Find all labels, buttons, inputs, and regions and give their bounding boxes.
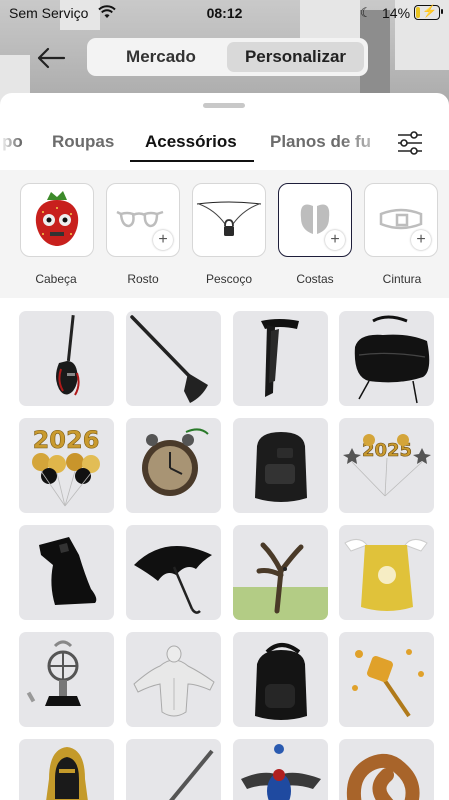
umbrella-icon xyxy=(134,546,212,614)
accessory-item-balloons-2025[interactable]: 2025 xyxy=(339,418,434,513)
active-tab-indicator xyxy=(130,160,254,162)
battery-percent: 14% xyxy=(382,5,411,21)
tab-roupas[interactable]: Roupas xyxy=(52,132,114,152)
slot-rosto[interactable]: + xyxy=(106,183,180,257)
accessory-item-backpack[interactable] xyxy=(233,418,328,513)
guitar2-icon xyxy=(169,749,214,800)
accessory-item-cape[interactable] xyxy=(19,525,114,620)
yellow-cape-icon xyxy=(344,539,428,611)
balloons-2025-icon: 2025 xyxy=(343,434,431,497)
accessory-item-scarab[interactable] xyxy=(233,739,328,800)
accessory-item-pretzel[interactable] xyxy=(339,739,434,800)
slot-label-costas: Costas xyxy=(296,272,334,286)
black-backpack-icon xyxy=(255,643,307,720)
accessory-item-yellow-cape[interactable] xyxy=(339,525,434,620)
slot-pescoco[interactable] xyxy=(192,183,266,257)
slot-label-pescoco: Pescoço xyxy=(205,272,253,286)
accessory-item-trophy[interactable] xyxy=(19,632,114,727)
mode-segmented-control: Mercado Personalizar xyxy=(87,38,368,76)
accessory-item-bag[interactable] xyxy=(339,311,434,406)
segment-mercado[interactable]: Mercado xyxy=(99,42,223,72)
accessory-item-balloons-2026[interactable]: 2026 xyxy=(19,418,114,513)
accessory-item-muscle-torso[interactable] xyxy=(126,632,221,727)
slot-label-cabeca: Cabeça xyxy=(35,272,77,286)
axe-icon xyxy=(130,315,208,403)
back-arrow-icon[interactable] xyxy=(34,43,68,73)
cape-icon xyxy=(39,537,97,605)
coin-staff-icon xyxy=(352,649,424,718)
pharaoh-icon xyxy=(46,747,88,800)
slot-cintura[interactable]: + xyxy=(364,183,438,257)
muscle-torso-icon xyxy=(133,645,215,717)
accessory-item-tree[interactable] xyxy=(233,525,328,620)
add-icon: + xyxy=(325,230,345,250)
slot-label-rosto: Rosto xyxy=(127,272,159,286)
accessory-item-axe[interactable] xyxy=(126,311,221,406)
category-tabs: po Roupas Acessórios Planos de fu xyxy=(0,123,449,163)
balloons-2026-icon: 2026 xyxy=(32,426,100,507)
add-icon: + xyxy=(153,230,173,250)
sheet-drag-handle[interactable] xyxy=(203,103,245,108)
accessory-item-guitar2[interactable] xyxy=(126,739,221,800)
backpack-icon xyxy=(255,432,307,502)
scarf-icon xyxy=(261,319,299,397)
add-icon: + xyxy=(411,230,431,250)
filter-sliders-icon[interactable] xyxy=(390,123,430,163)
do-not-disturb-icon: ☾ xyxy=(360,5,372,20)
equipped-slots: Cabeça + Rosto Pescoço + Costas + Cintur… xyxy=(0,170,449,298)
accessory-item-scarf[interactable] xyxy=(233,311,328,406)
pretzel-icon xyxy=(346,753,420,800)
accessory-item-guitar[interactable] xyxy=(19,311,114,406)
accessory-item-black-backpack[interactable] xyxy=(233,632,328,727)
slot-label-cintura: Cintura xyxy=(382,272,422,286)
bag-icon xyxy=(354,315,430,404)
customize-sheet: po Roupas Acessórios Planos de fu xyxy=(0,93,449,800)
slot-costas[interactable]: + xyxy=(278,183,352,257)
segment-personalizar[interactable]: Personalizar xyxy=(227,42,364,72)
tab-acessorios[interactable]: Acessórios xyxy=(145,132,237,152)
tree-icon xyxy=(233,542,328,620)
trophy-icon xyxy=(26,640,81,706)
accessory-item-coin-staff[interactable] xyxy=(339,632,434,727)
accessory-item-pharaoh[interactable] xyxy=(19,739,114,800)
accessory-item-clock[interactable] xyxy=(126,418,221,513)
scarab-icon xyxy=(241,744,321,800)
slot-cabeca[interactable] xyxy=(20,183,94,257)
guitar-icon xyxy=(56,315,80,396)
svg-text:2026: 2026 xyxy=(33,426,100,454)
clock-icon xyxy=(142,428,209,496)
battery-icon: ⚡ xyxy=(414,4,443,20)
accessory-item-umbrella[interactable] xyxy=(126,525,221,620)
necklace-lock-icon xyxy=(196,201,262,236)
strawberry-head-icon xyxy=(35,191,79,246)
status-bar: Sem Serviço 08:12 ☾ 14% ⚡ xyxy=(0,0,449,26)
